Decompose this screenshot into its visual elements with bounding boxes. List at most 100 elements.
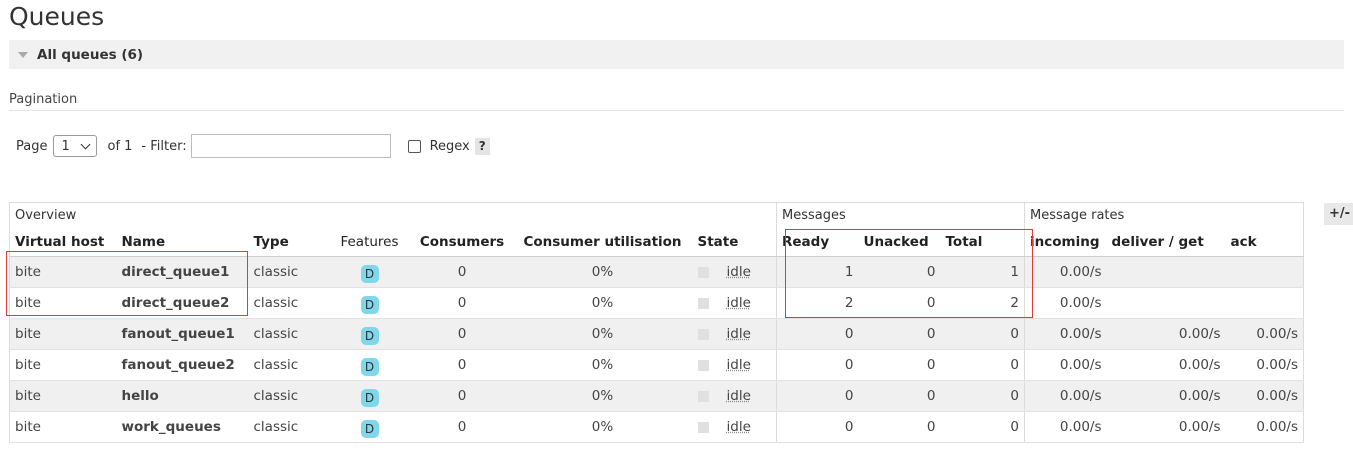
col-features: Features <box>327 228 412 257</box>
col-total[interactable]: Total <box>940 228 1025 257</box>
cell-ready: 0 <box>776 380 859 412</box>
col-ack[interactable]: ack <box>1225 228 1304 257</box>
cell-features: D <box>327 411 412 443</box>
state-indicator-icon <box>697 390 709 402</box>
table-row: bite direct_queue2 classic D 0 0% idle 2 0 2 0.00/… <box>9 287 1304 319</box>
page-select[interactable]: 1 <box>53 135 98 157</box>
cell-vhost: bite <box>9 411 117 443</box>
all-queues-toggle[interactable]: All queues (6) <box>9 40 1344 69</box>
state-label: idle <box>726 295 751 311</box>
table-row: bite hello classic D 0 0% idle 0 0 0 0.00/s 0.00/s 0… <box>9 380 1304 412</box>
cell-unacked: 0 <box>858 287 941 319</box>
cell-consumers: 0 <box>411 256 513 288</box>
cell-vhost: bite <box>9 287 117 319</box>
state-indicator-icon <box>697 359 709 371</box>
group-overview: Overview <box>9 202 777 229</box>
filter-label: - Filter: <box>141 138 187 154</box>
group-messages: Messages <box>776 202 1025 229</box>
col-consumer-utilisation[interactable]: Consumer utilisation <box>512 228 693 257</box>
page-title: Queues <box>9 2 105 31</box>
cell-type: classic <box>248 287 328 319</box>
cell-consumers: 0 <box>411 380 513 412</box>
column-header-row: Virtual host Name Type Features Consumer… <box>9 228 1304 257</box>
cell-features: D <box>327 380 412 412</box>
col-type[interactable]: Type <box>248 228 328 257</box>
cell-deliver-get: 0.00/s <box>1106 411 1226 443</box>
queues-table-body: bite direct_queue1 classic D 0 0% idle 1 0 1 0.00/… <box>9 256 1304 443</box>
col-name[interactable]: Name <box>116 228 249 257</box>
durable-badge: D <box>360 264 379 283</box>
cell-consumers: 0 <box>411 318 513 350</box>
state-label: idle <box>726 388 751 404</box>
cell-queue-name[interactable]: direct_queue1 <box>116 256 249 288</box>
cell-consumer-utilisation: 0% <box>512 256 693 288</box>
group-message-rates: Message rates <box>1024 202 1304 229</box>
cell-total: 1 <box>940 256 1025 288</box>
column-toggle-button[interactable]: +/- <box>1324 203 1353 225</box>
cell-ready: 1 <box>776 256 859 288</box>
cell-total: 2 <box>940 287 1025 319</box>
cell-consumer-utilisation: 0% <box>512 287 693 319</box>
durable-badge: D <box>360 388 379 407</box>
table-row: bite fanout_queue2 classic D 0 0% idle 0 0 0 0.00/… <box>9 349 1304 381</box>
cell-features: D <box>327 256 412 288</box>
col-deliver-get[interactable]: deliver / get <box>1106 228 1226 257</box>
cell-state: idle <box>692 256 777 288</box>
cell-vhost: bite <box>9 380 117 412</box>
cell-ack <box>1225 287 1304 319</box>
cell-consumers: 0 <box>411 287 513 319</box>
state-label: idle <box>726 357 751 373</box>
chevron-down-icon <box>81 139 91 150</box>
cell-consumer-utilisation: 0% <box>512 411 693 443</box>
all-queues-label: All queues (6) <box>37 46 144 63</box>
cell-type: classic <box>248 380 328 412</box>
cell-queue-name[interactable]: direct_queue2 <box>116 287 249 319</box>
col-incoming[interactable]: incoming <box>1024 228 1107 257</box>
cell-unacked: 0 <box>858 411 941 443</box>
cell-ack: 0.00/s <box>1225 411 1304 443</box>
col-ready[interactable]: Ready <box>776 228 859 257</box>
cell-type: classic <box>248 411 328 443</box>
cell-unacked: 0 <box>858 349 941 381</box>
cell-queue-name[interactable]: fanout_queue2 <box>116 349 249 381</box>
cell-consumers: 0 <box>411 349 513 381</box>
queues-table: Overview Messages Message rates Virtual … <box>9 202 1304 443</box>
col-virtual-host[interactable]: Virtual host <box>9 228 117 257</box>
regex-help-button[interactable]: ? <box>474 137 490 155</box>
page-select-value: 1 <box>61 138 70 154</box>
cell-total: 0 <box>940 318 1025 350</box>
state-label: idle <box>726 419 751 435</box>
pagination-divider <box>9 110 1344 111</box>
page-of-label: of 1 <box>107 138 133 154</box>
col-unacked[interactable]: Unacked <box>858 228 941 257</box>
cell-queue-name[interactable]: hello <box>116 380 249 412</box>
cell-ack: 0.00/s <box>1225 349 1304 381</box>
cell-features: D <box>327 318 412 350</box>
durable-badge: D <box>360 295 379 314</box>
cell-total: 0 <box>940 380 1025 412</box>
cell-deliver-get <box>1106 287 1226 319</box>
collapse-triangle-icon <box>18 51 28 58</box>
col-state[interactable]: State <box>692 228 777 257</box>
cell-deliver-get: 0.00/s <box>1106 349 1226 381</box>
cell-consumer-utilisation: 0% <box>512 349 693 381</box>
col-consumers[interactable]: Consumers <box>411 228 513 257</box>
cell-incoming: 0.00/s <box>1024 318 1107 350</box>
filter-input[interactable] <box>190 134 391 158</box>
durable-badge: D <box>360 326 379 345</box>
cell-state: idle <box>692 349 777 381</box>
state-label: idle <box>726 326 751 342</box>
cell-deliver-get: 0.00/s <box>1106 380 1226 412</box>
cell-state: idle <box>692 318 777 350</box>
cell-queue-name[interactable]: fanout_queue1 <box>116 318 249 350</box>
cell-unacked: 0 <box>858 380 941 412</box>
cell-vhost: bite <box>9 318 117 350</box>
table-row: bite work_queues classic D 0 0% idle 0 0 0 0.00/s 0… <box>9 411 1304 443</box>
cell-vhost: bite <box>9 349 117 381</box>
cell-incoming: 0.00/s <box>1024 287 1107 319</box>
cell-deliver-get: 0.00/s <box>1106 318 1226 350</box>
cell-queue-name[interactable]: work_queues <box>116 411 249 443</box>
state-indicator-icon <box>697 266 709 278</box>
regex-checkbox[interactable] <box>407 139 421 153</box>
queues-table-wrap: Overview Messages Message rates Virtual … <box>9 202 1304 443</box>
